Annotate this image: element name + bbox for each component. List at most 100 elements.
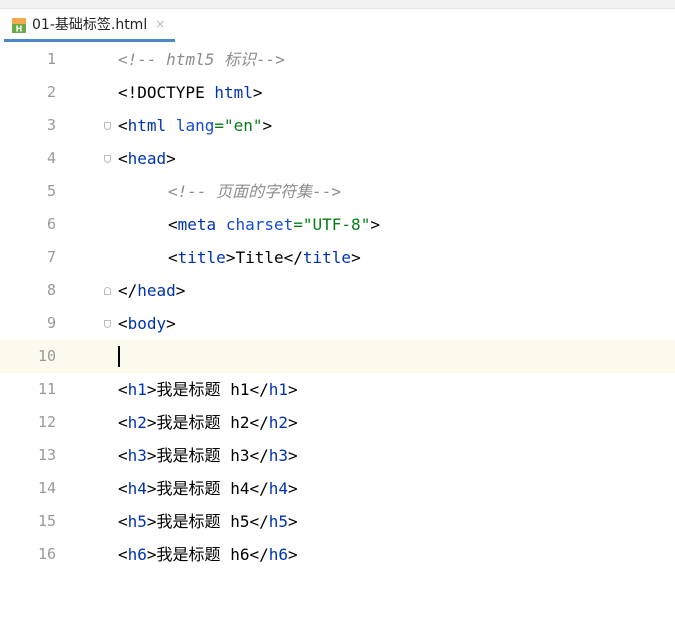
- line-number: 15: [37, 512, 56, 530]
- heading-text-cn: 我是标题: [156, 545, 221, 564]
- bracket: >: [288, 545, 298, 564]
- code-text: </head>: [118, 274, 185, 307]
- code-text: <h3>我是标题 h3</h3>: [118, 439, 298, 472]
- tab-close-icon[interactable]: ×: [155, 17, 165, 31]
- bracket: </: [249, 512, 269, 531]
- bracket: >: [146, 446, 157, 465]
- line-number: 3: [46, 116, 56, 134]
- bracket: >: [351, 248, 361, 267]
- bracket: >: [288, 380, 298, 399]
- tag-name: h5: [268, 512, 288, 531]
- tag-name: h6: [268, 545, 288, 564]
- comment-cn: 标识: [223, 50, 256, 69]
- attr-value: "en": [223, 116, 263, 135]
- bracket: <: [168, 215, 178, 234]
- bracket: </: [249, 380, 269, 399]
- fold-open-icon[interactable]: [104, 320, 111, 328]
- bracket: <: [118, 479, 128, 498]
- code-text: <head>: [118, 142, 176, 175]
- doctype-keyword: <!DOCTYPE: [118, 83, 215, 102]
- tag-name: h4: [268, 479, 288, 498]
- tab-01-basic-tags[interactable]: H 01-基础标签.html ×: [4, 9, 176, 42]
- code-text: <body>: [118, 307, 176, 340]
- tag-name: h2: [268, 413, 288, 432]
- bracket: <: [118, 413, 128, 432]
- bracket: >: [288, 413, 298, 432]
- text-caret: [118, 346, 120, 367]
- attr-name: charset: [225, 215, 294, 234]
- tag-name: title: [302, 248, 352, 267]
- heading-text-cn: 我是标题: [156, 413, 221, 432]
- current-code-line[interactable]: 10: [0, 340, 675, 373]
- code-text: <title>Title</title>: [168, 241, 361, 274]
- line-number: 5: [46, 182, 56, 200]
- tab-label: 01-基础标签.html: [32, 17, 148, 33]
- bracket: </: [249, 479, 269, 498]
- bracket: <: [118, 149, 128, 168]
- editor-tab-bar: H 01-基础标签.html ×: [0, 9, 675, 43]
- window-top-strip: [0, 0, 675, 9]
- bracket: <: [118, 545, 128, 564]
- tag-name: html: [127, 116, 167, 135]
- tag-name: head: [127, 149, 167, 168]
- tag-name: h1: [127, 380, 147, 399]
- comment-word: html5: [166, 50, 224, 69]
- line-number: 16: [37, 545, 56, 563]
- bracket: >: [146, 380, 157, 399]
- code-text: <h1>我是标题 h1</h1>: [118, 373, 298, 406]
- line-number: 8: [46, 281, 56, 299]
- fold-close-icon[interactable]: [104, 287, 111, 295]
- code-editor[interactable]: 1 <!-- html5 标识--> 2 <!DOCTYPE html> 3 <…: [0, 42, 675, 618]
- tag-name: h6: [127, 545, 147, 564]
- bracket: <: [118, 116, 128, 135]
- comment-open: <!--: [118, 50, 167, 69]
- code-line: 12 <h2>我是标题 h2</h2>: [0, 406, 675, 439]
- equals: =: [214, 116, 224, 135]
- line-number: 4: [46, 149, 56, 167]
- tag-name: h1: [268, 380, 288, 399]
- svg-text:H: H: [16, 25, 23, 34]
- comment-cn: 页面的字符集: [216, 182, 313, 201]
- code-line: 15 <h5>我是标题 h5</h5>: [0, 505, 675, 538]
- code-line: 7 <title>Title</title>: [0, 241, 675, 274]
- code-line: 11 <h1>我是标题 h1</h1>: [0, 373, 675, 406]
- bracket: >: [166, 314, 176, 333]
- doctype-value: html: [214, 83, 253, 102]
- fold-open-icon[interactable]: [104, 122, 111, 130]
- heading-text-cn: 我是标题: [156, 380, 221, 399]
- bracket: >: [288, 446, 298, 465]
- bracket: >: [288, 512, 298, 531]
- line-number: 14: [37, 479, 56, 497]
- bracket: <: [118, 512, 128, 531]
- tag-content: Title: [235, 248, 284, 267]
- tag-name: h3: [127, 446, 147, 465]
- line-number: 12: [37, 413, 56, 431]
- bracket: >: [146, 512, 157, 531]
- code-line: 16 <h6>我是标题 h6</h6>: [0, 538, 675, 571]
- line-number: 6: [46, 215, 56, 233]
- bracket: </: [283, 248, 303, 267]
- bracket: </: [249, 545, 269, 564]
- code-line: 13 <h3>我是标题 h3</h3>: [0, 439, 675, 472]
- heading-text: h4: [220, 479, 250, 498]
- bracket: </: [249, 413, 269, 432]
- tag-name: h5: [127, 512, 147, 531]
- line-number: 11: [37, 380, 56, 398]
- code-line: 2 <!DOCTYPE html>: [0, 76, 675, 109]
- code-line: 8 </head>: [0, 274, 675, 307]
- bracket: <: [118, 314, 128, 333]
- code-line: 9 <body>: [0, 307, 675, 340]
- html-file-icon: H: [12, 18, 26, 33]
- bracket: >: [146, 545, 157, 564]
- code-line: 5 <!-- 页面的字符集-->: [0, 175, 675, 208]
- tag-name: body: [127, 314, 167, 333]
- code-line: 14 <h4>我是标题 h4</h4>: [0, 472, 675, 505]
- fold-open-icon[interactable]: [104, 155, 111, 163]
- tag-name: h4: [127, 479, 147, 498]
- tag-name: title: [177, 248, 226, 267]
- bracket: >: [262, 116, 273, 135]
- heading-text: h6: [220, 545, 250, 564]
- line-number: 10: [37, 347, 56, 365]
